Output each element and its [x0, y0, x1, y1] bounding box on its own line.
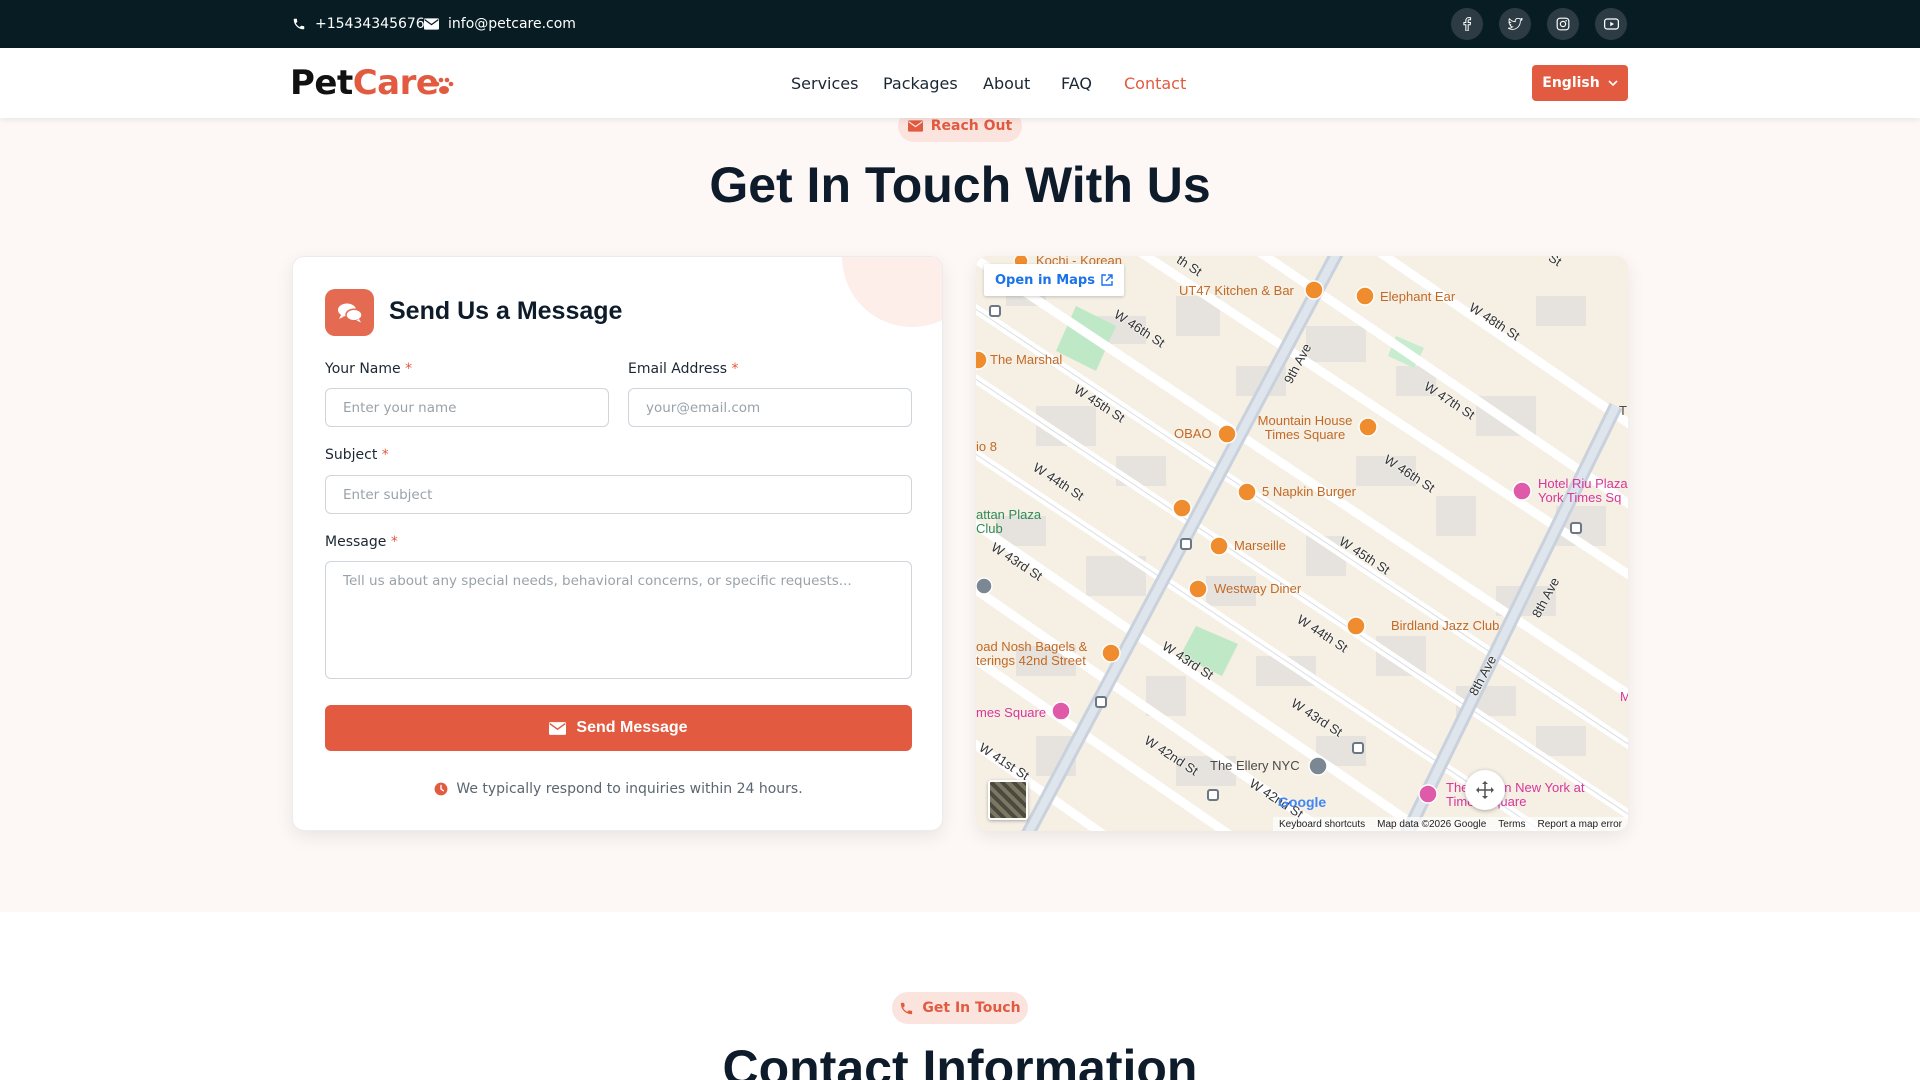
reach-out-text: Reach Out	[930, 118, 1013, 134]
message-label-text: Message	[325, 534, 387, 550]
phone-number: +15434345676	[315, 16, 425, 32]
satellite-layer-toggle[interactable]	[988, 780, 1028, 820]
send-message-button[interactable]: Send Message	[325, 705, 912, 751]
map-place-westway-diner[interactable]: Westway Diner	[1214, 582, 1301, 596]
nav-faq[interactable]: FAQ	[1061, 48, 1092, 118]
response-note: We typically respond to inquiries within…	[293, 781, 942, 797]
map-place-nosh-bagels[interactable]: oad Nosh Bagels & terings 42nd Street	[976, 640, 1101, 667]
chat-bubbles-icon	[337, 303, 363, 322]
language-label: English	[1542, 75, 1600, 91]
get-in-touch-badge: Get In Touch	[892, 992, 1028, 1024]
facebook-link[interactable]	[1451, 8, 1483, 40]
phone-contact[interactable]: +15434345676	[292, 0, 425, 48]
required-mark: *	[381, 447, 389, 463]
name-label: Your Name *	[325, 361, 412, 377]
map-place-edge-t: T	[1619, 403, 1627, 418]
map-place-the-marshal[interactable]: The Marshal	[990, 353, 1062, 367]
twitter-icon	[1507, 17, 1523, 30]
contact-info-title: Contact Information	[722, 1040, 1198, 1080]
chat-bubble-badge	[325, 289, 374, 336]
fullscreen-button[interactable]	[1465, 770, 1505, 810]
card-decoration	[842, 257, 942, 327]
google-logo: Google	[1278, 794, 1326, 810]
send-message-label: Send Message	[576, 719, 688, 736]
map-place-io8: io 8	[976, 439, 997, 454]
instagram-icon	[1556, 17, 1570, 31]
email-label-text: Email Address	[628, 361, 728, 377]
site-logo[interactable]: Pet Care	[290, 60, 456, 106]
facebook-icon	[1463, 17, 1472, 31]
nav-contact[interactable]: Contact	[1124, 48, 1186, 118]
required-mark: *	[390, 534, 398, 550]
terms-link[interactable]: Terms	[1498, 819, 1525, 830]
contact-info-section: Get In Touch Contact Information	[0, 912, 1920, 1080]
nav-packages[interactable]: Packages	[883, 48, 958, 118]
subject-label: Subject *	[325, 447, 389, 463]
section-title: Get In Touch With Us	[709, 157, 1211, 213]
name-label-text: Your Name	[325, 361, 401, 377]
google-logo-text: Google	[1278, 794, 1327, 810]
message-form-card: Send Us a Message Your Name * Email Addr…	[292, 256, 943, 831]
language-dropdown[interactable]: English	[1532, 65, 1628, 101]
logo-text-pet: Pet	[290, 63, 353, 103]
report-error-link[interactable]: Report a map error	[1538, 819, 1622, 830]
email-input[interactable]	[628, 388, 912, 427]
name-input[interactable]	[325, 388, 609, 427]
contact-section: Reach Out Get In Touch With Us	[0, 110, 1920, 912]
required-mark: *	[405, 361, 413, 377]
map-place-birdland[interactable]: Birdland Jazz Club	[1391, 619, 1499, 633]
map-place-times-square[interactable]: mes Square	[976, 706, 1046, 720]
main-navbar: Pet Care Services Packages About FAQ Cont…	[0, 48, 1920, 118]
map-place-5-napkin-burger[interactable]: 5 Napkin Burger	[1262, 485, 1356, 499]
fullscreen-icon	[1476, 781, 1494, 799]
subject-label-text: Subject	[325, 447, 378, 463]
youtube-icon	[1603, 18, 1619, 30]
message-label: Message *	[325, 534, 398, 550]
required-mark: *	[731, 361, 739, 377]
subject-input[interactable]	[325, 475, 912, 514]
map-place-the-ellery[interactable]: The Ellery NYC	[1210, 759, 1300, 773]
message-textarea[interactable]	[325, 561, 912, 679]
top-bar: +15434345676 info@petcare.com	[0, 0, 1920, 48]
chevron-down-icon	[1608, 80, 1618, 86]
map-place-obao[interactable]: OBAO	[1174, 427, 1212, 441]
open-in-maps-label: Open in Maps	[995, 272, 1095, 288]
map-place-hotel-riu[interactable]: Hotel Riu Plaza York Times Sq	[1538, 477, 1628, 504]
youtube-link[interactable]	[1595, 8, 1627, 40]
envelope-icon	[907, 120, 923, 132]
map-place-edge-m: M	[1620, 689, 1628, 704]
twitter-link[interactable]	[1499, 8, 1531, 40]
map-place-manhattan-plaza[interactable]: attan Plaza Club	[976, 508, 1056, 535]
clock-icon	[434, 782, 448, 796]
map-place-marseille[interactable]: Marseille	[1234, 539, 1286, 553]
response-note-text: We typically respond to inquiries within…	[456, 781, 803, 797]
phone-icon	[293, 18, 305, 30]
external-link-icon	[1101, 274, 1113, 286]
map-attribution: Keyboard shortcuts Map data ©2026 Google…	[1272, 817, 1628, 831]
logo-text-care: Care	[352, 63, 439, 103]
map-place-mountain-house[interactable]: Mountain House Times Square	[1250, 414, 1360, 441]
nav-services[interactable]: Services	[791, 48, 858, 118]
envelope-icon	[549, 721, 567, 735]
phone-icon	[901, 1002, 913, 1014]
instagram-link[interactable]	[1547, 8, 1579, 40]
map-place-ut47[interactable]: UT47 Kitchen & Bar	[1179, 284, 1294, 298]
email-label: Email Address *	[628, 361, 739, 377]
map-data-text: Map data ©2026 Google	[1377, 818, 1487, 830]
get-in-touch-text: Get In Touch	[922, 1000, 1021, 1016]
paw-icon	[435, 77, 454, 94]
nav-about[interactable]: About	[983, 48, 1030, 118]
email-address: info@petcare.com	[448, 16, 576, 32]
google-map[interactable]: Kochi - Korean UT47 Kitchen & Bar Elepha…	[976, 256, 1628, 831]
keyboard-shortcuts-link[interactable]: Keyboard shortcuts	[1279, 819, 1365, 830]
mail-icon	[424, 18, 439, 30]
email-contact[interactable]: info@petcare.com	[424, 0, 576, 48]
open-in-maps-button[interactable]: Open in Maps	[984, 264, 1124, 296]
map-place-elephant-ear[interactable]: Elephant Ear	[1380, 290, 1455, 304]
form-title: Send Us a Message	[389, 297, 623, 325]
